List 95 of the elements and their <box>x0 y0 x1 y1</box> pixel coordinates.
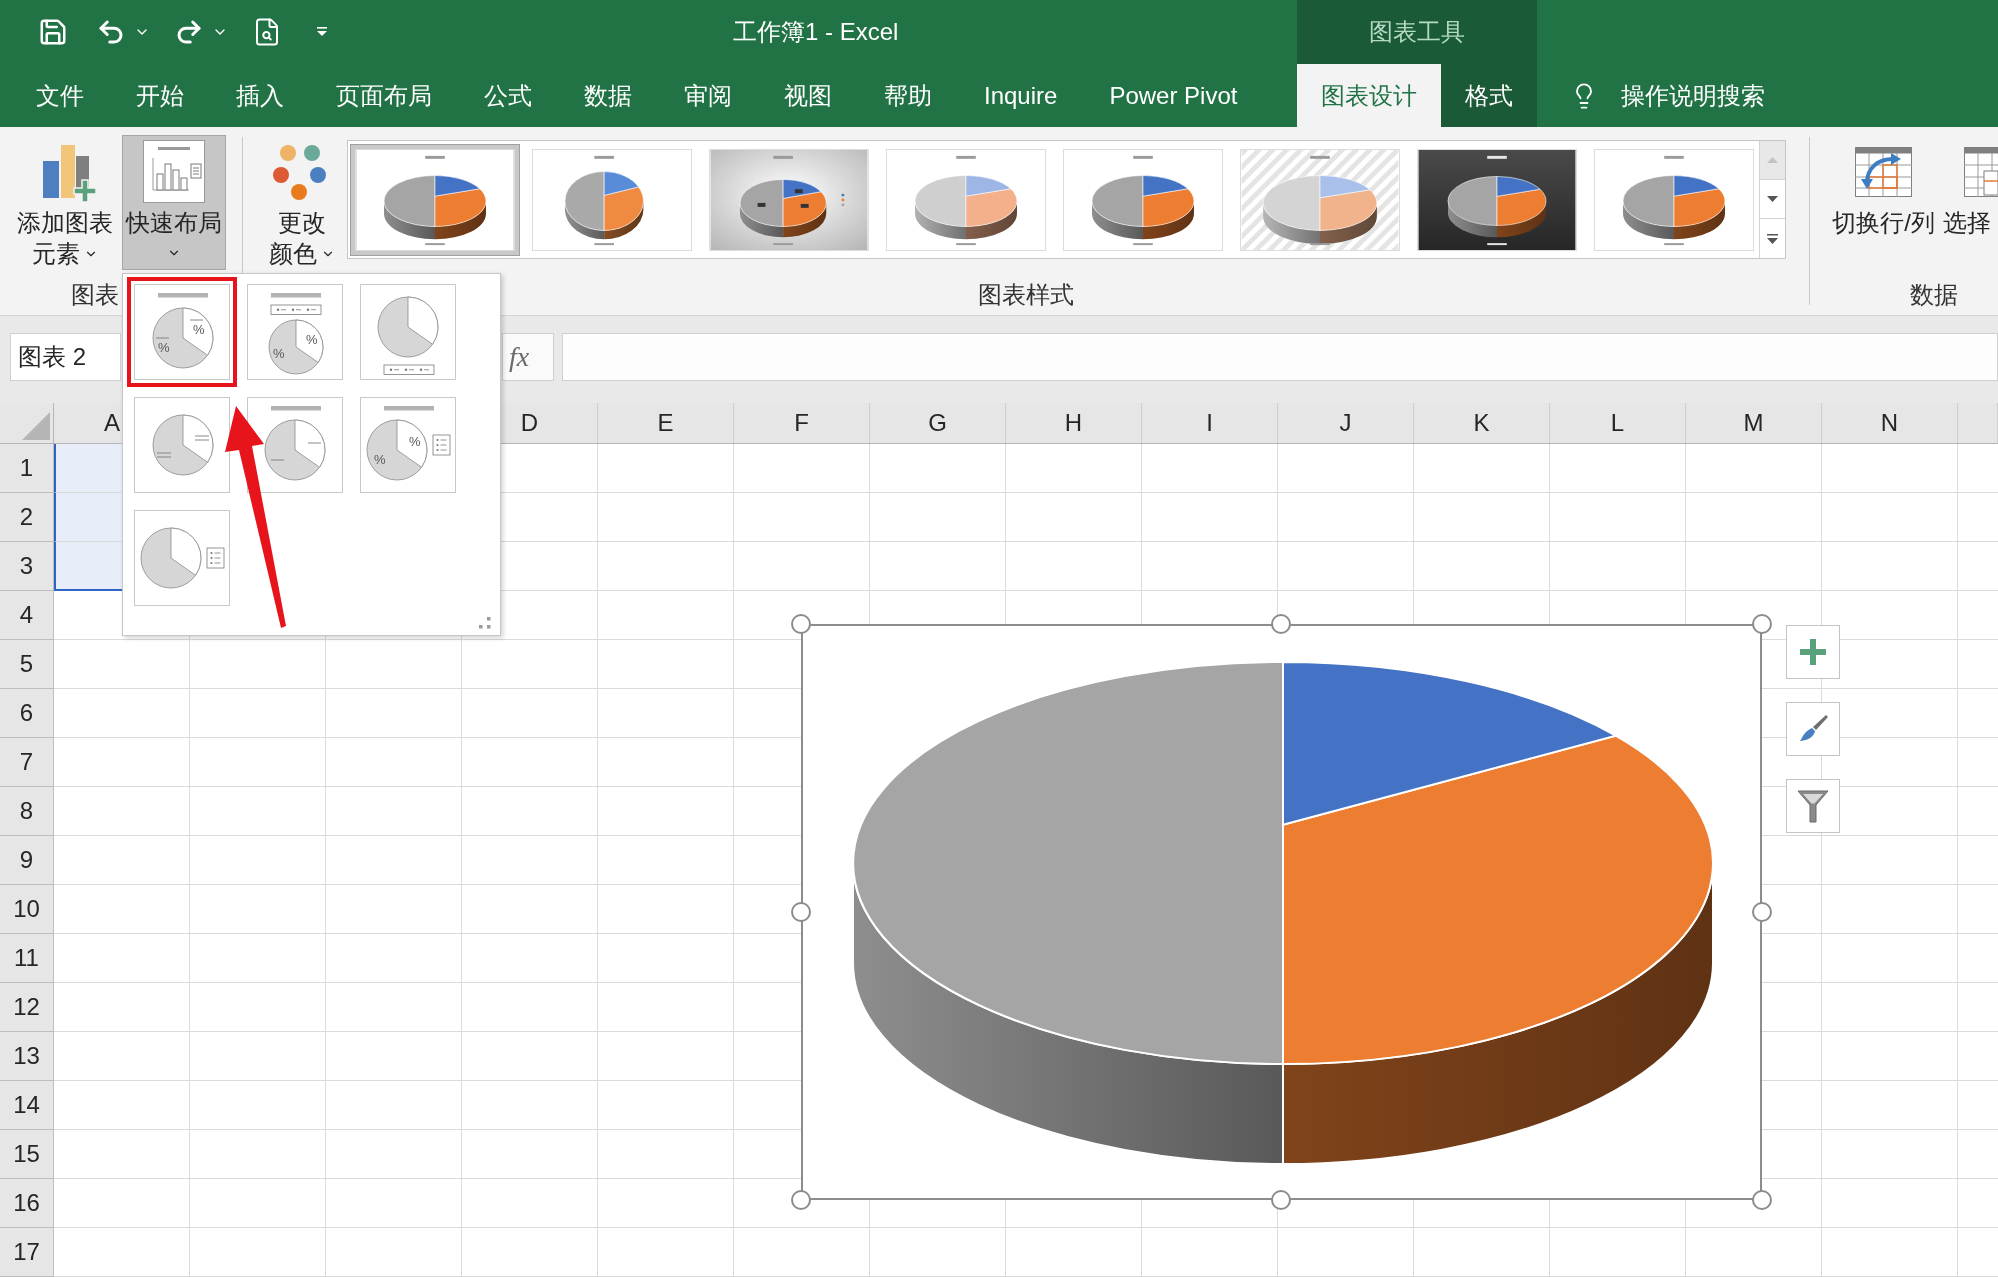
chart-elements-button[interactable] <box>1786 625 1840 679</box>
column-header[interactable]: N <box>1880 408 1899 438</box>
context-tab-header: 图表工具 <box>1297 0 1537 64</box>
column-header[interactable]: D <box>520 408 539 438</box>
ribbon-tab[interactable]: 公式 <box>458 64 558 127</box>
row-header[interactable]: 12 <box>0 983 54 1032</box>
ribbon-tab[interactable]: 图表设计 <box>1297 64 1441 127</box>
layout-option[interactable]: % % <box>134 284 230 380</box>
column-header[interactable]: E <box>657 408 674 438</box>
caret-icon <box>316 27 328 37</box>
pie-chart-icon <box>1594 148 1754 251</box>
column-header[interactable]: M <box>1743 408 1764 438</box>
percent-label: % <box>374 453 386 467</box>
row-header[interactable]: 16 <box>0 1179 54 1228</box>
column-header[interactable]: L <box>1610 408 1625 438</box>
row-header[interactable]: 2 <box>0 493 54 542</box>
down-triangle-icon <box>1767 196 1778 202</box>
layout-option[interactable]: % % <box>360 397 456 493</box>
quick-layout-button[interactable]: 快速布局 <box>122 135 226 270</box>
change-colors-button[interactable]: 更改 颜色 <box>258 135 345 269</box>
expand-icon <box>1767 233 1778 244</box>
triangle-icon <box>22 412 50 440</box>
pie-chart-icon <box>355 148 515 251</box>
add-chart-element-button[interactable]: 添加图表 元素 <box>10 135 120 269</box>
row-header[interactable]: 11 <box>0 934 54 983</box>
pie-slice[interactable] <box>852 661 1284 1165</box>
group-label: 图表样式 <box>978 279 1074 310</box>
percent-label: % <box>158 341 170 355</box>
chart-style-option[interactable] <box>350 143 520 256</box>
row-header[interactable]: 14 <box>0 1081 54 1130</box>
customize-toolbar-button[interactable] <box>316 27 328 37</box>
percent-label: % <box>193 323 205 337</box>
ribbon-tab[interactable]: 审阅 <box>658 64 758 127</box>
row-header[interactable]: 10 <box>0 885 54 934</box>
pie-chart-icon <box>532 148 692 251</box>
tell-me-search[interactable]: 操作说明搜索 <box>1570 64 1765 127</box>
pie-slice[interactable] <box>1282 661 1617 826</box>
column-header[interactable]: J <box>1339 408 1352 438</box>
row-header[interactable]: 1 <box>0 444 54 493</box>
ribbon-tab[interactable]: 开始 <box>110 64 210 127</box>
group-label: 数据 <box>1910 279 1958 310</box>
switch-row-column-button[interactable]: 切换行/列 <box>1830 135 1937 238</box>
ribbon-tab[interactable]: 视图 <box>758 64 858 127</box>
funnel-icon <box>1797 789 1829 823</box>
percent-label: % <box>273 347 285 361</box>
chart-layout-icon <box>143 140 205 203</box>
column-header[interactable]: A <box>104 408 120 438</box>
row-header[interactable]: 5 <box>0 640 54 689</box>
row-header[interactable]: 8 <box>0 787 54 836</box>
row-header[interactable]: 3 <box>0 542 54 591</box>
save-icon <box>38 17 68 47</box>
column-header[interactable]: G <box>928 408 947 438</box>
ribbon-tab[interactable]: 文件 <box>10 64 110 127</box>
ribbon-tab[interactable]: 页面布局 <box>310 64 458 127</box>
pie-chart-icon <box>1063 148 1223 251</box>
pie-chart-icon <box>1240 148 1400 251</box>
group-label: 图表 <box>71 279 119 310</box>
column-header[interactable]: H <box>1064 408 1083 438</box>
paintbrush-icon <box>1798 714 1828 744</box>
pie-chart-icon <box>886 148 1046 251</box>
formula-input[interactable] <box>562 333 1998 381</box>
row-header[interactable]: 17 <box>0 1228 54 1277</box>
percent-label: % <box>409 435 421 449</box>
pie-chart-icon <box>1417 148 1577 251</box>
row-header[interactable]: 7 <box>0 738 54 787</box>
plus-icon <box>1800 639 1826 665</box>
name-box[interactable]: 图表 2 <box>10 333 121 381</box>
row-header[interactable]: 9 <box>0 836 54 885</box>
select-data-button[interactable]: 选择 <box>1943 135 1998 238</box>
ribbon-tab[interactable]: Power Pivot <box>1083 64 1264 127</box>
chart-area[interactable] <box>801 624 1762 1200</box>
row-header[interactable]: 15 <box>0 1130 54 1179</box>
row-header[interactable]: 13 <box>0 1032 54 1081</box>
row-header[interactable]: 4 <box>0 591 54 640</box>
window-title: 工作簿1 - Excel <box>733 17 899 47</box>
ribbon-tab[interactable]: 插入 <box>210 64 310 127</box>
chart-filters-button[interactable] <box>1786 779 1840 833</box>
column-header[interactable]: I <box>1206 408 1213 438</box>
selected-cell[interactable] <box>54 542 122 591</box>
pie-chart-icon <box>709 148 869 251</box>
ribbon-tab[interactable]: 格式 <box>1441 64 1537 127</box>
up-triangle-icon <box>1767 157 1778 163</box>
insert-function-button[interactable]: fx <box>502 333 554 381</box>
chart-styles-button[interactable] <box>1786 702 1840 756</box>
row-header[interactable]: 6 <box>0 689 54 738</box>
column-header[interactable]: F <box>794 408 809 438</box>
ribbon-tab[interactable]: 数据 <box>558 64 658 127</box>
table-swap-arrows-icon <box>1855 147 1912 197</box>
layout-option[interactable]: % % <box>247 284 343 380</box>
pie-slice[interactable] <box>1282 734 1714 1165</box>
ribbon-tab[interactable]: Inquire <box>958 64 1084 127</box>
percent-label: % <box>306 333 318 347</box>
ribbon-tab[interactable]: 帮助 <box>858 64 958 127</box>
column-header[interactable]: K <box>1473 408 1490 438</box>
resize-grip-icon[interactable] <box>479 617 491 629</box>
